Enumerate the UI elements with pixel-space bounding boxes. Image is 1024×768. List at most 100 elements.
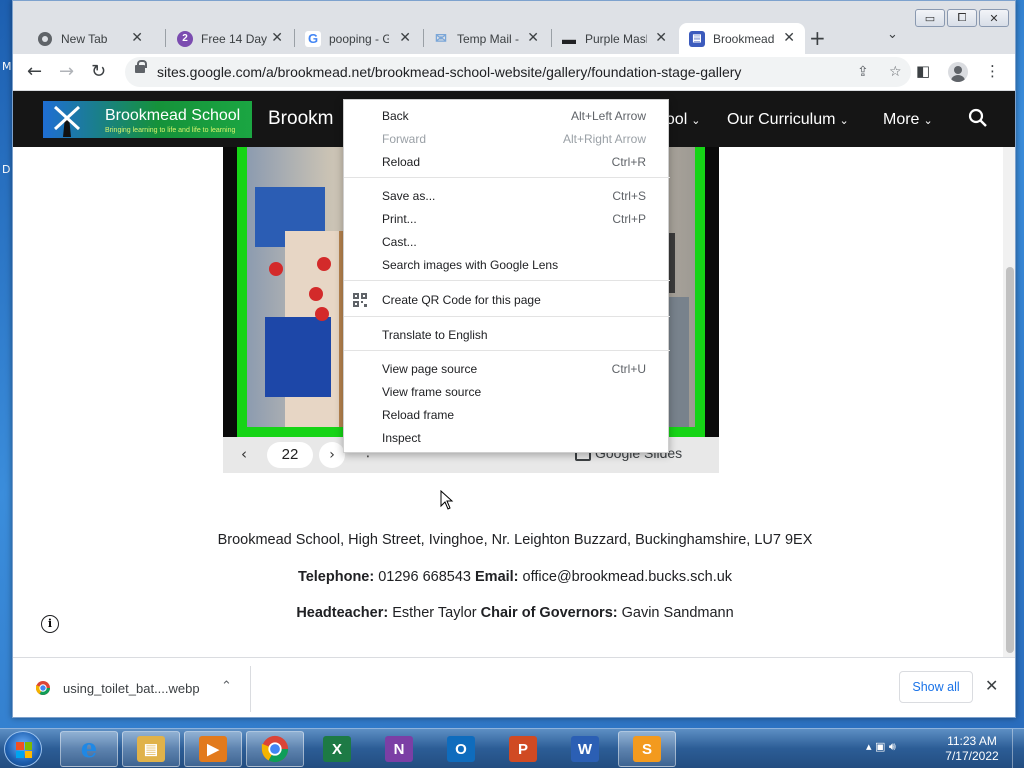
tab-new-tab[interactable]: New Tab ✕ (27, 23, 153, 54)
close-icon[interactable]: ✕ (271, 30, 283, 46)
word-icon: W (571, 736, 599, 762)
menu-separator (344, 280, 670, 281)
nav-label: More (883, 111, 920, 128)
url-text[interactable]: sites.google.com/a/brookmead.net/brookme… (157, 64, 741, 80)
school-logo[interactable]: Brookmead School Bringing learning to li… (43, 101, 252, 138)
taskbar-app-word[interactable]: W (556, 731, 614, 767)
close-icon[interactable]: ✕ (131, 30, 143, 46)
system-tray-icons[interactable]: ▴ ▣ 🔊︎ (866, 740, 896, 754)
menu-item-forward[interactable]: Forward Alt+Right Arrow (344, 128, 670, 150)
menu-item-google-lens[interactable]: Search images with Google Lens (344, 254, 670, 276)
show-desktop-button[interactable] (1012, 729, 1024, 768)
taskbar-app-internet-explorer[interactable]: e (60, 731, 118, 767)
share-icon[interactable]: ⇪ (857, 64, 869, 80)
chrome-window: New Tab ✕ 2 Free 14 Day ✕ G pooping - Go… (12, 0, 1016, 718)
tab-search-chevron-icon[interactable]: ⌄ (887, 27, 898, 42)
taskbar-app-chrome[interactable] (246, 731, 304, 767)
menu-item-shortcut: Ctrl+P (612, 212, 646, 226)
tab-temp-mail[interactable]: ✉ Temp Mail - ✕ (423, 23, 549, 54)
context-menu: Back Alt+Left Arrow Forward Alt+Right Arro… (343, 99, 670, 453)
menu-item-cast[interactable]: Cast... (344, 231, 670, 253)
qr-code-icon (353, 293, 367, 307)
tab-google-search[interactable]: G pooping - Go ✕ (295, 23, 421, 54)
taskbar-app-media-player[interactable]: ▶ (184, 731, 242, 767)
chrome-icon (37, 31, 53, 47)
menu-item-print[interactable]: Print... Ctrl+P (344, 208, 670, 230)
next-slide-icon[interactable]: › (319, 442, 345, 468)
chevron-down-icon: ⌄ (839, 114, 849, 127)
profile-avatar-icon[interactable] (948, 62, 968, 82)
address-bar[interactable]: sites.google.com/a/brookmead.net/brookme… (125, 57, 911, 87)
back-arrow-icon[interactable]: ← (27, 61, 42, 82)
menu-item-label: Inspect (382, 431, 421, 445)
outlook-icon: O (447, 736, 475, 762)
taskbar-app-outlook[interactable]: O (432, 731, 490, 767)
tab-label: pooping - Go (329, 31, 389, 46)
email-value[interactable]: office@brookmead.bucks.sch.uk (519, 569, 733, 585)
taskbar-app-excel[interactable]: X (308, 731, 366, 767)
nav-item-more[interactable]: More ⌄ (883, 111, 933, 129)
menu-item-shortcut: Alt+Left Arrow (570, 109, 646, 123)
close-icon[interactable]: ✕ (527, 30, 539, 46)
reload-icon[interactable]: ↻ (91, 61, 106, 82)
tab-brookmead[interactable]: ▤ Brookmead ✕ (679, 23, 805, 54)
menu-item-label: Print... (382, 212, 417, 226)
menu-item-back[interactable]: Back Alt+Left Arrow (344, 105, 670, 127)
menu-item-reload-frame[interactable]: Reload frame (344, 404, 670, 426)
google-icon: G (305, 30, 321, 47)
footer-staff: Headteacher: Esther Taylor Chair of Gove… (13, 605, 1015, 621)
menu-separator (344, 316, 670, 317)
new-tab-button[interactable]: + (809, 26, 826, 50)
maximize-button[interactable]: ⧠ (947, 9, 977, 27)
taskbar-app-powerpoint[interactable]: P (494, 731, 552, 767)
close-icon[interactable]: ✕ (985, 676, 998, 695)
menu-item-view-frame-source[interactable]: View frame source (344, 381, 670, 403)
search-icon[interactable] (968, 108, 988, 128)
info-icon[interactable]: i (41, 615, 59, 633)
start-button[interactable] (4, 731, 42, 767)
forward-arrow-icon[interactable]: → (59, 61, 74, 82)
bookmark-star-icon[interactable]: ☆ (889, 64, 902, 80)
menu-item-label: Search images with Google Lens (382, 258, 559, 272)
close-icon[interactable]: ✕ (655, 30, 667, 46)
close-window-button[interactable]: ✕ (979, 9, 1009, 27)
footer-address: Brookmead School, High Street, Ivinghoe,… (217, 532, 813, 548)
scrollbar-thumb[interactable] (1006, 267, 1014, 653)
taskbar-app-file-explorer[interactable]: ▤ (122, 731, 180, 767)
purple-mash-icon: ▬ (562, 30, 576, 47)
google-sites-icon: ▤ (689, 30, 705, 47)
close-icon[interactable]: ✕ (399, 30, 411, 46)
windmill-icon (53, 105, 81, 137)
desktop-glyph: M (2, 60, 12, 73)
onenote-icon: N (385, 736, 413, 762)
menu-item-view-page-source[interactable]: View page source Ctrl+U (344, 358, 670, 380)
chevron-up-icon[interactable]: ⌃ (221, 679, 232, 694)
clock[interactable]: 11:23 AM 7/17/2022 (940, 734, 1004, 764)
download-filename[interactable]: using_toilet_bat....webp (63, 681, 200, 696)
tab-label: Brookmead (713, 31, 775, 46)
menu-item-qr-code[interactable]: Create QR Code for this page (344, 289, 670, 311)
clock-date: 7/17/2022 (945, 749, 999, 763)
windows-taskbar: e ▤ ▶ X N O P W S ▴ ▣ 🔊︎ 11:23 AM 7/17/2022 (0, 728, 1024, 768)
nav-item-our-curriculum[interactable]: Our Curriculum ⌄ (727, 111, 849, 129)
browser-toolbar: ← → ↻ sites.google.com/a/brookmead.net/b… (13, 54, 1015, 91)
slide-number[interactable]: 22 (267, 442, 313, 468)
side-panel-icon[interactable]: ◧ (916, 62, 930, 80)
site-title[interactable]: Brookm (268, 108, 333, 130)
taskbar-app-onenote[interactable]: N (370, 731, 428, 767)
lock-icon[interactable] (135, 60, 147, 73)
kebab-menu-icon[interactable]: ⋮ (985, 62, 1000, 80)
minimize-button[interactable]: ▭ (915, 9, 945, 27)
tab-label: New Tab (61, 31, 108, 46)
menu-item-inspect[interactable]: Inspect (344, 427, 670, 449)
menu-item-reload[interactable]: Reload Ctrl+R (344, 151, 670, 173)
tab-free-14-day[interactable]: 2 Free 14 Day ✕ (167, 23, 293, 54)
page-scrollbar[interactable] (1003, 147, 1015, 657)
menu-item-save-as[interactable]: Save as... Ctrl+S (344, 185, 670, 207)
close-icon[interactable]: ✕ (783, 30, 795, 46)
menu-item-translate[interactable]: Translate to English (344, 324, 670, 346)
previous-slide-icon[interactable]: ‹ (241, 445, 247, 463)
show-all-button[interactable]: Show all (899, 671, 973, 703)
tab-purple-mash[interactable]: ▬ Purple Mash ✕ (551, 23, 677, 54)
taskbar-app-sublime-text[interactable]: S (618, 731, 676, 767)
